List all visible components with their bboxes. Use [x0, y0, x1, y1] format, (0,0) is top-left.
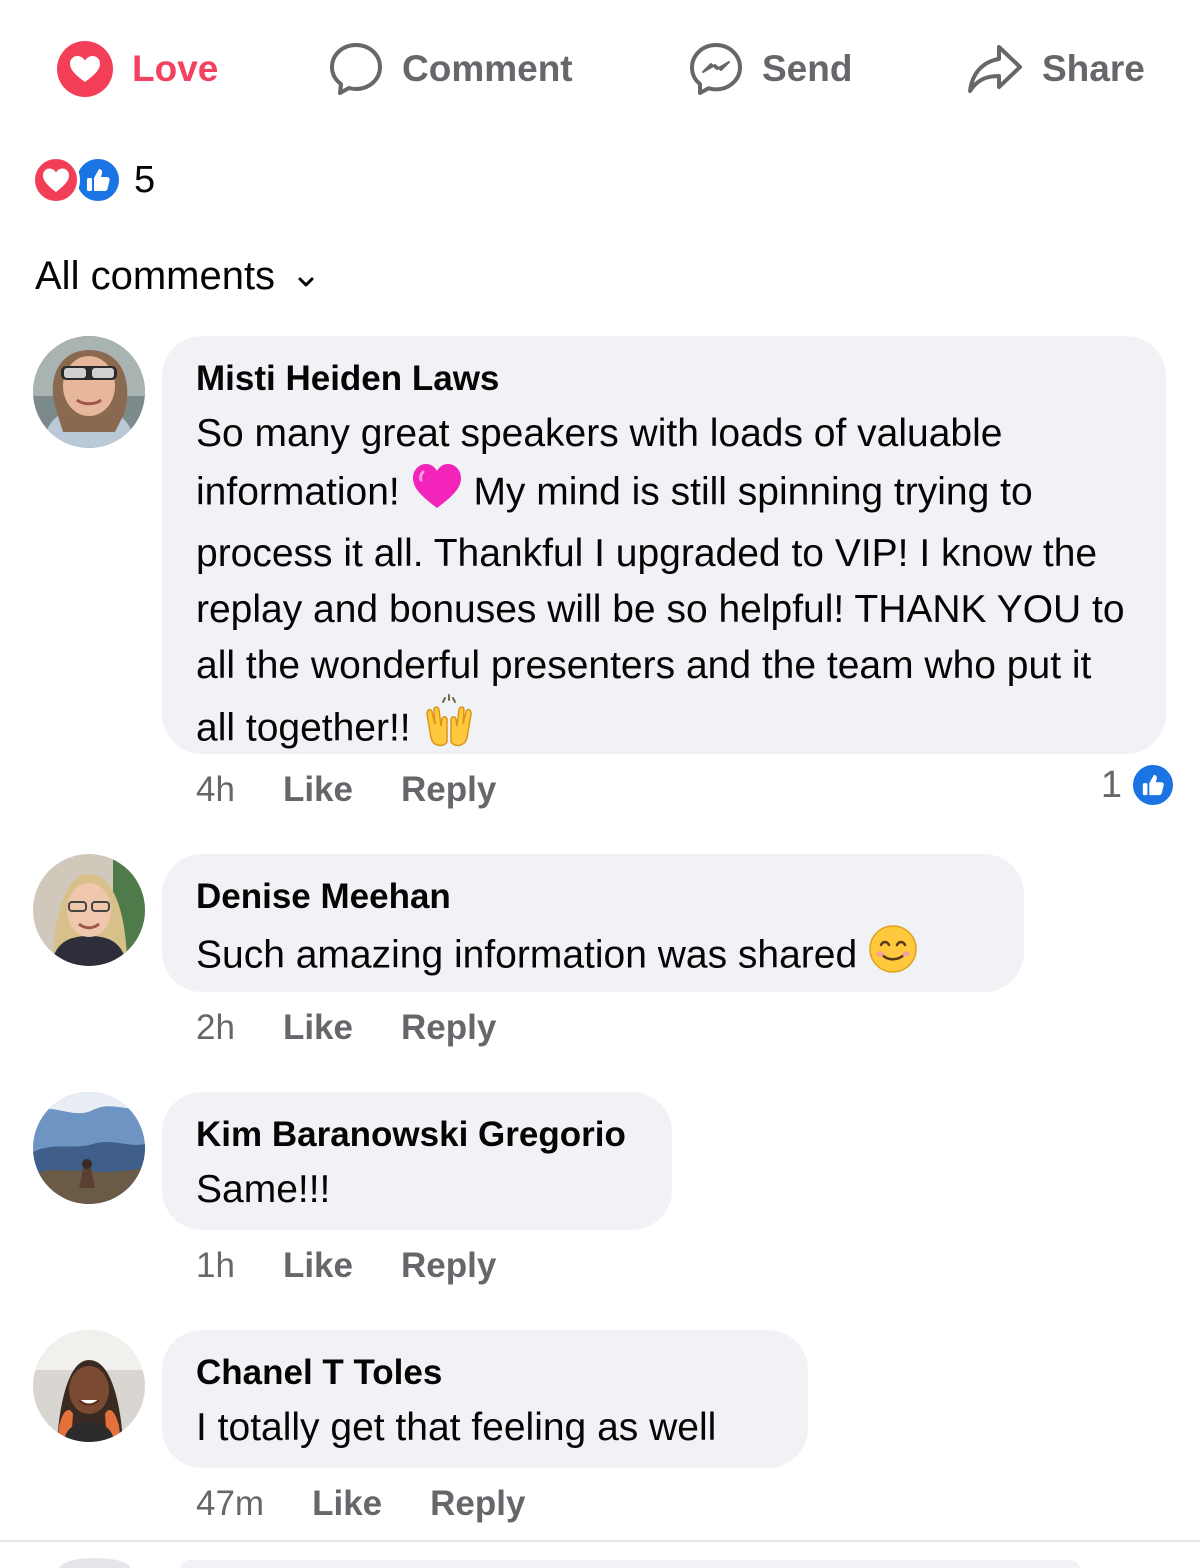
comment-actions: 1h Like Reply: [196, 1246, 496, 1286]
avatar[interactable]: [33, 1330, 145, 1442]
reply-button[interactable]: Reply: [401, 770, 496, 810]
share-label: Share: [1042, 48, 1145, 89]
comment-actions: 47m Like Reply: [196, 1484, 525, 1524]
post-action-bar: Love Comment Send Share: [0, 28, 1200, 110]
comment-text-part: Such amazing information was shared: [196, 933, 858, 977]
divider: [0, 1540, 1200, 1542]
reaction-count: 5: [134, 158, 156, 201]
raising-hands-emoji: [421, 694, 477, 766]
next-comment-avatar: [60, 1558, 130, 1568]
comment-bubble: Chanel T Toles I totally get that feelin…: [162, 1330, 808, 1468]
filter-label: All comments: [35, 253, 276, 298]
comment-label: Comment: [402, 48, 573, 89]
like-count-value: 1: [1100, 763, 1122, 806]
comment-text: Such amazing information was shared: [196, 924, 990, 990]
avatar[interactable]: [33, 854, 145, 966]
comment-author[interactable]: Chanel T Toles: [196, 1352, 774, 1394]
comment-timestamp[interactable]: 1h: [196, 1246, 235, 1286]
comment-text: Same!!!: [196, 1168, 331, 1211]
comment-filter-dropdown[interactable]: All comments: [35, 250, 315, 302]
comment-text: So many great speakers with loads of val…: [196, 406, 1132, 766]
comment-icon: [328, 41, 384, 97]
heart-icon: [32, 156, 80, 204]
reaction-summary[interactable]: 5: [32, 156, 155, 204]
comment-reaction-count[interactable]: 1: [1101, 762, 1176, 808]
comment-bubble: Kim Baranowski Gregorio Same!!!: [162, 1092, 672, 1230]
pink-heart-emoji: [411, 462, 463, 526]
comment-timestamp[interactable]: 2h: [196, 1008, 235, 1048]
comment-actions: 4h Like Reply: [196, 770, 496, 810]
messenger-icon: [688, 41, 744, 97]
like-icon: [1130, 762, 1176, 808]
share-button[interactable]: Share: [966, 28, 1145, 110]
reply-button[interactable]: Reply: [430, 1484, 525, 1524]
comment-timestamp[interactable]: 47m: [196, 1484, 264, 1524]
comment-author[interactable]: Denise Meehan: [196, 876, 990, 918]
heart-icon: [56, 40, 114, 98]
reply-button[interactable]: Reply: [401, 1008, 496, 1048]
reply-button[interactable]: Reply: [401, 1246, 496, 1286]
like-button[interactable]: Like: [312, 1484, 382, 1524]
comment-actions: 2h Like Reply: [196, 1008, 496, 1048]
chevron-down-icon: [297, 254, 315, 299]
comment-author[interactable]: Misti Heiden Laws: [196, 358, 1132, 400]
like-button[interactable]: Like: [283, 1008, 353, 1048]
love-button[interactable]: Love: [56, 28, 218, 110]
next-comment-bubble: [180, 1560, 1080, 1568]
like-button[interactable]: Like: [283, 1246, 353, 1286]
comment-text: I totally get that feeling as well: [196, 1406, 717, 1449]
like-icon: [74, 156, 122, 204]
avatar[interactable]: [33, 336, 145, 448]
comment-author[interactable]: Kim Baranowski Gregorio: [196, 1114, 638, 1156]
share-arrow-icon: [966, 41, 1024, 97]
like-button[interactable]: Like: [283, 770, 353, 810]
smiling-face-emoji: [868, 924, 918, 990]
avatar[interactable]: [33, 1092, 145, 1204]
send-button[interactable]: Send: [688, 28, 852, 110]
love-label: Love: [132, 48, 219, 89]
send-label: Send: [762, 48, 853, 89]
comment-bubble: Misti Heiden Laws So many great speakers…: [162, 336, 1166, 754]
comment-timestamp[interactable]: 4h: [196, 770, 235, 810]
comment-bubble: Denise Meehan Such amazing information w…: [162, 854, 1024, 992]
comments-page: Love Comment Send Share 5 All comments M…: [0, 0, 1200, 1568]
